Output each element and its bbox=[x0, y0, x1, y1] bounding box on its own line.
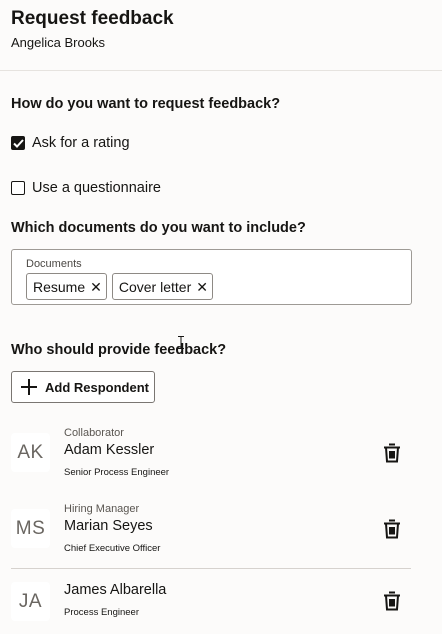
avatar: AK bbox=[11, 433, 50, 472]
plus-icon bbox=[21, 379, 37, 395]
use-questionnaire-label: Use a questionnaire bbox=[32, 180, 161, 196]
delete-icon[interactable] bbox=[383, 591, 401, 611]
page-title: Request feedback bbox=[11, 8, 174, 29]
use-questionnaire-checkbox[interactable]: Use a questionnaire bbox=[11, 180, 161, 196]
page-subtitle: Angelica Brooks bbox=[11, 35, 105, 50]
page-header: Request feedback Angelica Brooks bbox=[0, 0, 442, 71]
respondent-row: JA James Albarella Process Engineer bbox=[0, 570, 442, 634]
respondents-heading: Who should provide feedback? bbox=[11, 342, 227, 358]
ask-rating-checkbox[interactable]: Ask for a rating bbox=[11, 135, 130, 151]
documents-field-label: Documents bbox=[26, 258, 82, 270]
checkbox-unchecked-icon[interactable] bbox=[11, 181, 25, 195]
add-respondent-label: Add Respondent bbox=[45, 379, 149, 395]
respondent-job-title: Process Engineer bbox=[64, 607, 139, 618]
respondent-name: Adam Kessler bbox=[64, 442, 155, 458]
documents-heading: Which documents do you want to include? bbox=[11, 220, 306, 236]
delete-icon[interactable] bbox=[383, 519, 401, 539]
respondent-role: Hiring Manager bbox=[64, 503, 140, 515]
text-cursor-icon bbox=[178, 336, 184, 349]
avatar: JA bbox=[11, 582, 50, 621]
document-chip-cover-letter[interactable]: Cover letter ✕ bbox=[111, 273, 213, 300]
respondent-job-title: Chief Executive Officer bbox=[64, 543, 161, 554]
document-chip-label: Cover letter bbox=[118, 278, 192, 295]
remove-chip-icon[interactable]: ✕ bbox=[90, 280, 102, 294]
respondent-job-title: Senior Process Engineer bbox=[64, 467, 170, 478]
avatar: MS bbox=[11, 509, 50, 548]
divider bbox=[11, 568, 411, 569]
checkbox-checked-icon[interactable] bbox=[11, 136, 25, 150]
respondent-role: Collaborator bbox=[64, 427, 124, 439]
documents-field[interactable]: Documents Resume ✕ Cover letter ✕ bbox=[11, 249, 412, 305]
add-respondent-button[interactable]: Add Respondent bbox=[11, 371, 155, 403]
ask-rating-label: Ask for a rating bbox=[32, 135, 130, 151]
respondent-name: James Albarella bbox=[64, 582, 167, 598]
delete-icon[interactable] bbox=[383, 443, 401, 463]
request-method-heading: How do you want to request feedback? bbox=[11, 96, 281, 112]
respondent-row: MS Hiring Manager Marian Seyes Chief Exe… bbox=[0, 498, 442, 568]
respondent-row: AK Collaborator Adam Kessler Senior Proc… bbox=[0, 422, 442, 492]
respondent-name: Marian Seyes bbox=[64, 518, 153, 534]
documents-chips: Resume ✕ Cover letter ✕ bbox=[26, 273, 213, 300]
document-chip-label: Resume bbox=[33, 278, 86, 295]
remove-chip-icon[interactable]: ✕ bbox=[196, 280, 208, 294]
document-chip-resume[interactable]: Resume ✕ bbox=[26, 273, 107, 300]
